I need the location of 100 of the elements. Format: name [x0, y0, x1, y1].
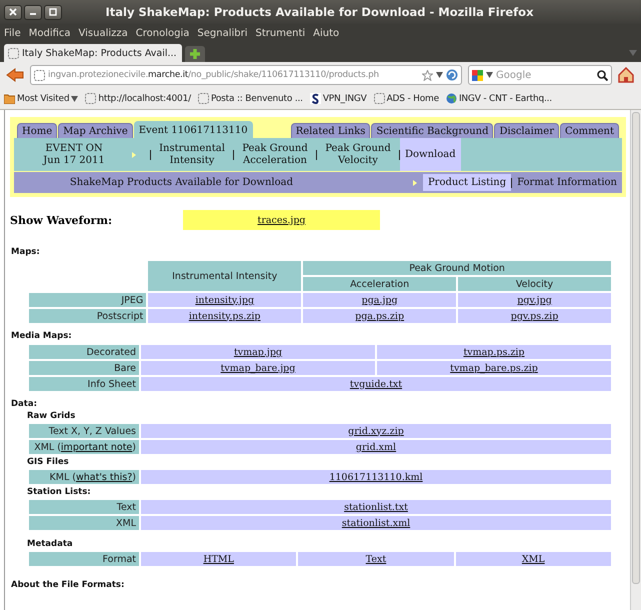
page-icon [198, 93, 209, 104]
reload-icon[interactable] [446, 69, 458, 81]
file-link[interactable]: stationlist.txt [344, 502, 408, 512]
file-link[interactable]: pga.jpg [362, 294, 398, 306]
arrow-icon [412, 180, 417, 186]
star-icon[interactable] [422, 70, 433, 80]
file-link[interactable]: tvguide.txt [350, 378, 402, 390]
dropdown-icon [71, 96, 78, 102]
file-link[interactable]: HTML [203, 554, 234, 564]
site-tab[interactable]: Event 110617113110 [134, 121, 253, 138]
dropdown-icon[interactable] [486, 72, 493, 78]
file-link[interactable]: tvmap.ps.zip [463, 346, 525, 358]
group-heading: Raw Grids [27, 411, 76, 421]
file-link[interactable]: Text [366, 554, 386, 564]
search-icon[interactable] [597, 70, 608, 80]
site-tab[interactable]: Scientific Background [371, 123, 494, 138]
bookmark-item[interactable]: ADS - Home [374, 93, 439, 104]
row-label: XML [116, 518, 136, 528]
row-label: Postscript [96, 310, 144, 322]
site-tab[interactable]: Comment [560, 123, 619, 138]
event-date: Jun 17 2011 [43, 154, 105, 166]
page-icon [374, 93, 385, 104]
row-label: Text X, Y, Z Values [48, 426, 136, 436]
minimize-button[interactable] [24, 4, 42, 20]
scrollbar-thumb[interactable] [632, 112, 640, 584]
folder-icon [4, 94, 15, 104]
site-tab[interactable]: Disclaimer [494, 123, 559, 138]
menu-item[interactable]: Segnalibri [196, 28, 249, 38]
group-heading: GIS Files [27, 457, 70, 467]
close-icon [8, 7, 18, 17]
page-icon [85, 93, 96, 104]
file-link[interactable]: tvmap_bare.jpg [220, 362, 296, 374]
row-label: ) [132, 442, 136, 452]
file-link[interactable]: intensity.jpg [195, 294, 254, 306]
file-link[interactable]: traces.jpg [258, 214, 306, 226]
help-link[interactable]: what's this? [76, 472, 132, 482]
row-label: XML ( [34, 442, 61, 452]
nav-link[interactable]: Peak Ground Acceleration [234, 138, 316, 171]
bookmark-item[interactable]: VPN_INGV [310, 93, 367, 104]
site-tab[interactable]: Home [17, 123, 58, 138]
menu-item[interactable]: File [3, 28, 22, 38]
help-link[interactable]: important note [60, 442, 132, 452]
nav-link[interactable]: Instrumental Intensity [151, 138, 233, 171]
browser-tab[interactable]: Italy ShakeMap: Products Avail... [4, 44, 182, 62]
row-label: Info Sheet [88, 378, 136, 390]
window-title: Italy ShakeMap: Products Available for Download - Mozilla Firefox [104, 5, 534, 19]
address-field[interactable]: ingvan.protezionecivile.marche.it/no_public/shake/110617113110/products.ph [30, 65, 462, 85]
row-label: Bare [114, 362, 136, 374]
back-arrow-icon[interactable] [6, 68, 24, 82]
file-link[interactable]: 110617113110.kml [329, 472, 423, 482]
search-field[interactable]: Google [468, 65, 612, 85]
row-label: JPEG [121, 294, 144, 306]
row-label: Decorated [86, 346, 136, 358]
row-label: ) [132, 472, 136, 482]
waveform-label: Show Waveform: [10, 214, 114, 226]
bookmark-item[interactable]: Most Visited [4, 94, 78, 104]
search-engine-icon [472, 70, 483, 80]
file-link[interactable]: XML [522, 554, 545, 564]
bookmark-item[interactable]: INGV - CNT - Earthq... [446, 93, 552, 104]
event-date: EVENT ON [45, 142, 103, 154]
close-button[interactable] [4, 4, 22, 20]
file-link[interactable]: stationlist.xml [342, 518, 410, 528]
file-link[interactable]: tvmap.jpg [234, 346, 282, 358]
menu-item[interactable]: Visualizza [78, 28, 129, 38]
nav-link[interactable]: Product Listing [422, 174, 512, 191]
home-icon[interactable] [618, 67, 634, 83]
maximize-button[interactable] [44, 4, 62, 20]
new-tab-button[interactable] [184, 46, 205, 62]
section-heading: About the File Formats: [11, 580, 126, 590]
nav-link[interactable]: Download [400, 138, 461, 171]
menu-item[interactable]: Aiuto [312, 28, 340, 38]
maximize-icon [48, 7, 58, 17]
section-title: ShakeMap Products Available for Download [68, 177, 294, 188]
nav-link[interactable]: Peak Ground Velocity [317, 138, 399, 171]
menu-item[interactable]: Cronologia [134, 28, 190, 38]
bookmark-item[interactable]: http://localhost:4001/ [85, 93, 191, 104]
page-icon [34, 70, 45, 80]
page-icon [8, 48, 19, 58]
nav-link[interactable]: Format Information [512, 174, 622, 191]
column-header: Acceleration [303, 277, 456, 291]
globe-icon [446, 93, 457, 104]
file-link[interactable]: pga.ps.zip [355, 310, 404, 322]
file-link[interactable]: intensity.ps.zip [188, 310, 261, 322]
dropdown-icon[interactable] [436, 72, 443, 78]
menu-item[interactable]: Strumenti [254, 28, 306, 38]
file-link[interactable]: pgv.jpg [517, 294, 552, 306]
site-tab[interactable]: Related Links [290, 123, 370, 138]
file-link[interactable]: pgv.ps.zip [510, 310, 558, 322]
row-label: Text [116, 502, 136, 512]
section-heading: Media Maps: [11, 331, 73, 341]
scrollbar[interactable] [630, 110, 641, 610]
section-heading: Maps: [11, 247, 41, 257]
row-label: Format [102, 554, 136, 564]
row-label: KML ( [50, 472, 76, 482]
file-link[interactable]: grid.xml [356, 442, 396, 452]
file-link[interactable]: grid.xyz.zip [348, 426, 404, 436]
bookmark-item[interactable]: Posta :: Benvenuto ... [198, 93, 303, 104]
menu-item[interactable]: Modifica [28, 28, 72, 38]
site-tab[interactable]: Map Archive [58, 123, 133, 138]
file-link[interactable]: tvmap_bare.ps.zip [450, 362, 538, 374]
